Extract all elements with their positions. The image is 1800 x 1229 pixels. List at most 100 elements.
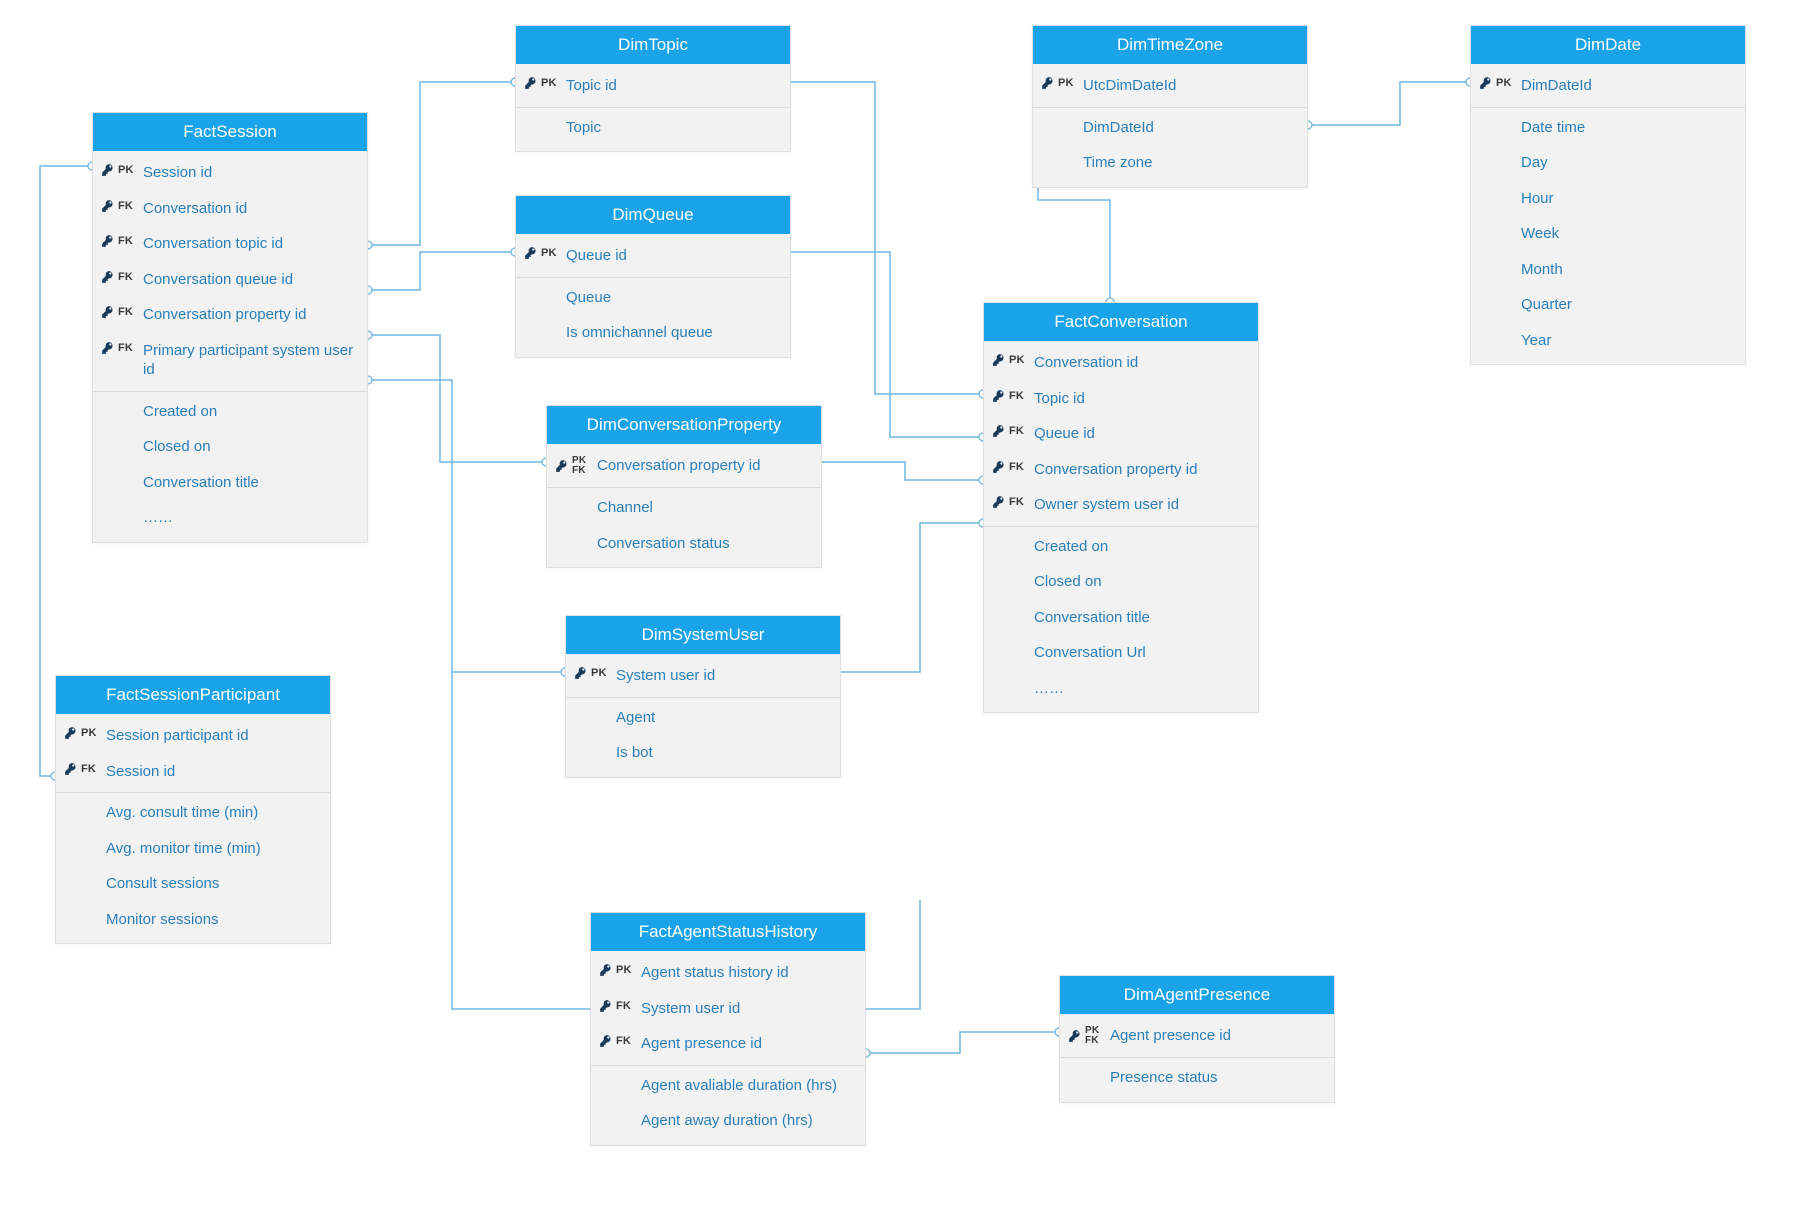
field-row[interactable]: …… [984, 671, 1258, 707]
field-row[interactable]: PKSystem user id [566, 658, 840, 694]
key-icon [599, 999, 613, 1013]
field-label: Consult sessions [106, 874, 318, 894]
entity-factAgentStatusHistory[interactable]: FactAgentStatusHistory PK Agent status hi… [590, 912, 866, 1146]
field-row[interactable]: Queue [516, 277, 790, 316]
field-row[interactable]: Agent away duration (hrs) [591, 1103, 865, 1139]
field-label: Agent away duration (hrs) [641, 1111, 853, 1131]
field-row[interactable]: Conversation title [984, 600, 1258, 636]
field-row[interactable]: Date time [1471, 107, 1745, 146]
field-row[interactable]: FKQueue id [984, 416, 1258, 452]
field-row[interactable]: PKSession participant id [56, 718, 330, 754]
key-tag: PKFK [1085, 1026, 1099, 1046]
field-row[interactable]: FKConversation topic id [93, 226, 367, 262]
entity-title: FactConversation [984, 303, 1258, 341]
entity-title: FactAgentStatusHistory [591, 913, 865, 951]
key-tag: PK [1496, 78, 1512, 88]
field-row[interactable]: Consult sessions [56, 866, 330, 902]
field-row[interactable]: PKUtcDimDateId [1033, 68, 1307, 104]
entity-dimConversationProperty[interactable]: DimConversationProperty PKFKConversation… [546, 405, 822, 568]
field-row[interactable]: Closed on [984, 564, 1258, 600]
field-row[interactable]: Monitor sessions [56, 902, 330, 938]
field-row[interactable]: FKConversation property id [93, 297, 367, 333]
connector-line [1308, 82, 1470, 125]
entity-dimDate[interactable]: DimDate PKDimDateIdDate timeDayHourWeekM… [1470, 25, 1746, 365]
field-row[interactable]: FKConversation property id [984, 452, 1258, 488]
field-row[interactable]: Avg. monitor time (min) [56, 831, 330, 867]
connector-line [841, 523, 983, 672]
key-icon [64, 762, 78, 776]
field-row[interactable]: Time zone [1033, 145, 1307, 181]
field-row[interactable]: FKPrimary participant system user id [93, 333, 367, 388]
key-icon [101, 163, 115, 177]
field-label: Channel [597, 498, 809, 518]
connector-line [866, 1032, 1059, 1053]
key-tag: PK [616, 965, 632, 975]
field-row[interactable]: DimDateId [1033, 107, 1307, 146]
key-icon [555, 459, 569, 473]
entity-dimAgentPresence[interactable]: DimAgentPresence PKFKAgent presence idPr… [1059, 975, 1335, 1103]
field-label: Month [1521, 260, 1733, 280]
field-label: Time zone [1083, 153, 1295, 173]
key-tag: PK [118, 165, 134, 175]
field-row[interactable]: PKConversation id [984, 345, 1258, 381]
entity-factSessionParticipant[interactable]: FactSessionParticipant PKSession partici… [55, 675, 331, 944]
entity-dimTimeZone[interactable]: DimTimeZone PKUtcDimDateIdDimDateId Time … [1032, 25, 1308, 188]
field-row[interactable]: Year [1471, 323, 1745, 359]
entity-title: DimSystemUser [566, 616, 840, 654]
field-row[interactable]: Avg. consult time (min) [56, 792, 330, 831]
field-label: Agent avaliable duration (hrs) [641, 1076, 853, 1096]
key-icon [101, 270, 115, 284]
entity-dimSystemUser[interactable]: DimSystemUser PKSystem user idAgentIs bo… [565, 615, 841, 778]
field-row[interactable]: Is omnichannel queue [516, 315, 790, 351]
field-row[interactable]: Channel [547, 487, 821, 526]
entity-dimQueue[interactable]: DimQueue PKQueue idQueueIs omnichannel q… [515, 195, 791, 358]
entity-rows: PKUtcDimDateIdDimDateId Time zone [1033, 64, 1307, 187]
field-row[interactable]: FKAgent presence id [591, 1026, 865, 1062]
field-row[interactable]: Conversation title [93, 465, 367, 501]
field-label: Year [1521, 331, 1733, 351]
field-row[interactable]: Month [1471, 252, 1745, 288]
field-row[interactable]: Is bot [566, 735, 840, 771]
key-tag: FK [1009, 391, 1024, 401]
field-row[interactable]: Quarter [1471, 287, 1745, 323]
field-row[interactable]: Topic [516, 107, 790, 146]
field-row[interactable]: Agent avaliable duration (hrs) [591, 1065, 865, 1104]
connector-line [822, 462, 983, 480]
field-row[interactable]: FKOwner system user id [984, 487, 1258, 523]
key-tag: FK [118, 236, 133, 246]
entity-factConversation[interactable]: FactConversation PKConversation id FKTop… [983, 302, 1259, 713]
field-row[interactable]: Agent [566, 697, 840, 736]
entity-title: FactSession [93, 113, 367, 151]
field-row[interactable]: PKDimDateId [1471, 68, 1745, 104]
field-row[interactable]: Day [1471, 145, 1745, 181]
entity-title: DimTimeZone [1033, 26, 1307, 64]
field-row[interactable]: FKSession id [56, 754, 330, 790]
field-row[interactable]: Created on [984, 526, 1258, 565]
field-row[interactable]: PKTopic id [516, 68, 790, 104]
field-row[interactable]: PKSession id [93, 155, 367, 191]
field-row[interactable]: PKFKConversation property id [547, 448, 821, 484]
field-row[interactable]: FKTopic id [984, 381, 1258, 417]
field-label: Agent status history id [641, 963, 853, 983]
key-icon [574, 666, 588, 680]
field-row[interactable]: Conversation status [547, 526, 821, 562]
entity-factSession[interactable]: FactSession PKSession id FKConversation … [92, 112, 368, 543]
field-row[interactable]: Closed on [93, 429, 367, 465]
field-row[interactable]: PKQueue id [516, 238, 790, 274]
field-label: Conversation property id [143, 305, 355, 325]
field-row[interactable]: Conversation Url [984, 635, 1258, 671]
field-row[interactable]: …… [93, 500, 367, 536]
field-row[interactable]: FKSystem user id [591, 991, 865, 1027]
field-row[interactable]: PKFKAgent presence id [1060, 1018, 1334, 1054]
field-row[interactable]: Presence status [1060, 1057, 1334, 1096]
field-row[interactable]: FKConversation id [93, 191, 367, 227]
field-row[interactable]: Hour [1471, 181, 1745, 217]
field-row[interactable]: FKConversation queue id [93, 262, 367, 298]
field-label: Conversation id [143, 199, 355, 219]
field-label: Created on [1034, 537, 1246, 557]
field-row[interactable]: PK Agent status history id [591, 955, 865, 991]
field-row[interactable]: Created on [93, 391, 367, 430]
entity-dimTopic[interactable]: DimTopic PKTopic idTopic [515, 25, 791, 152]
field-label: UtcDimDateId [1083, 76, 1295, 96]
field-row[interactable]: Week [1471, 216, 1745, 252]
